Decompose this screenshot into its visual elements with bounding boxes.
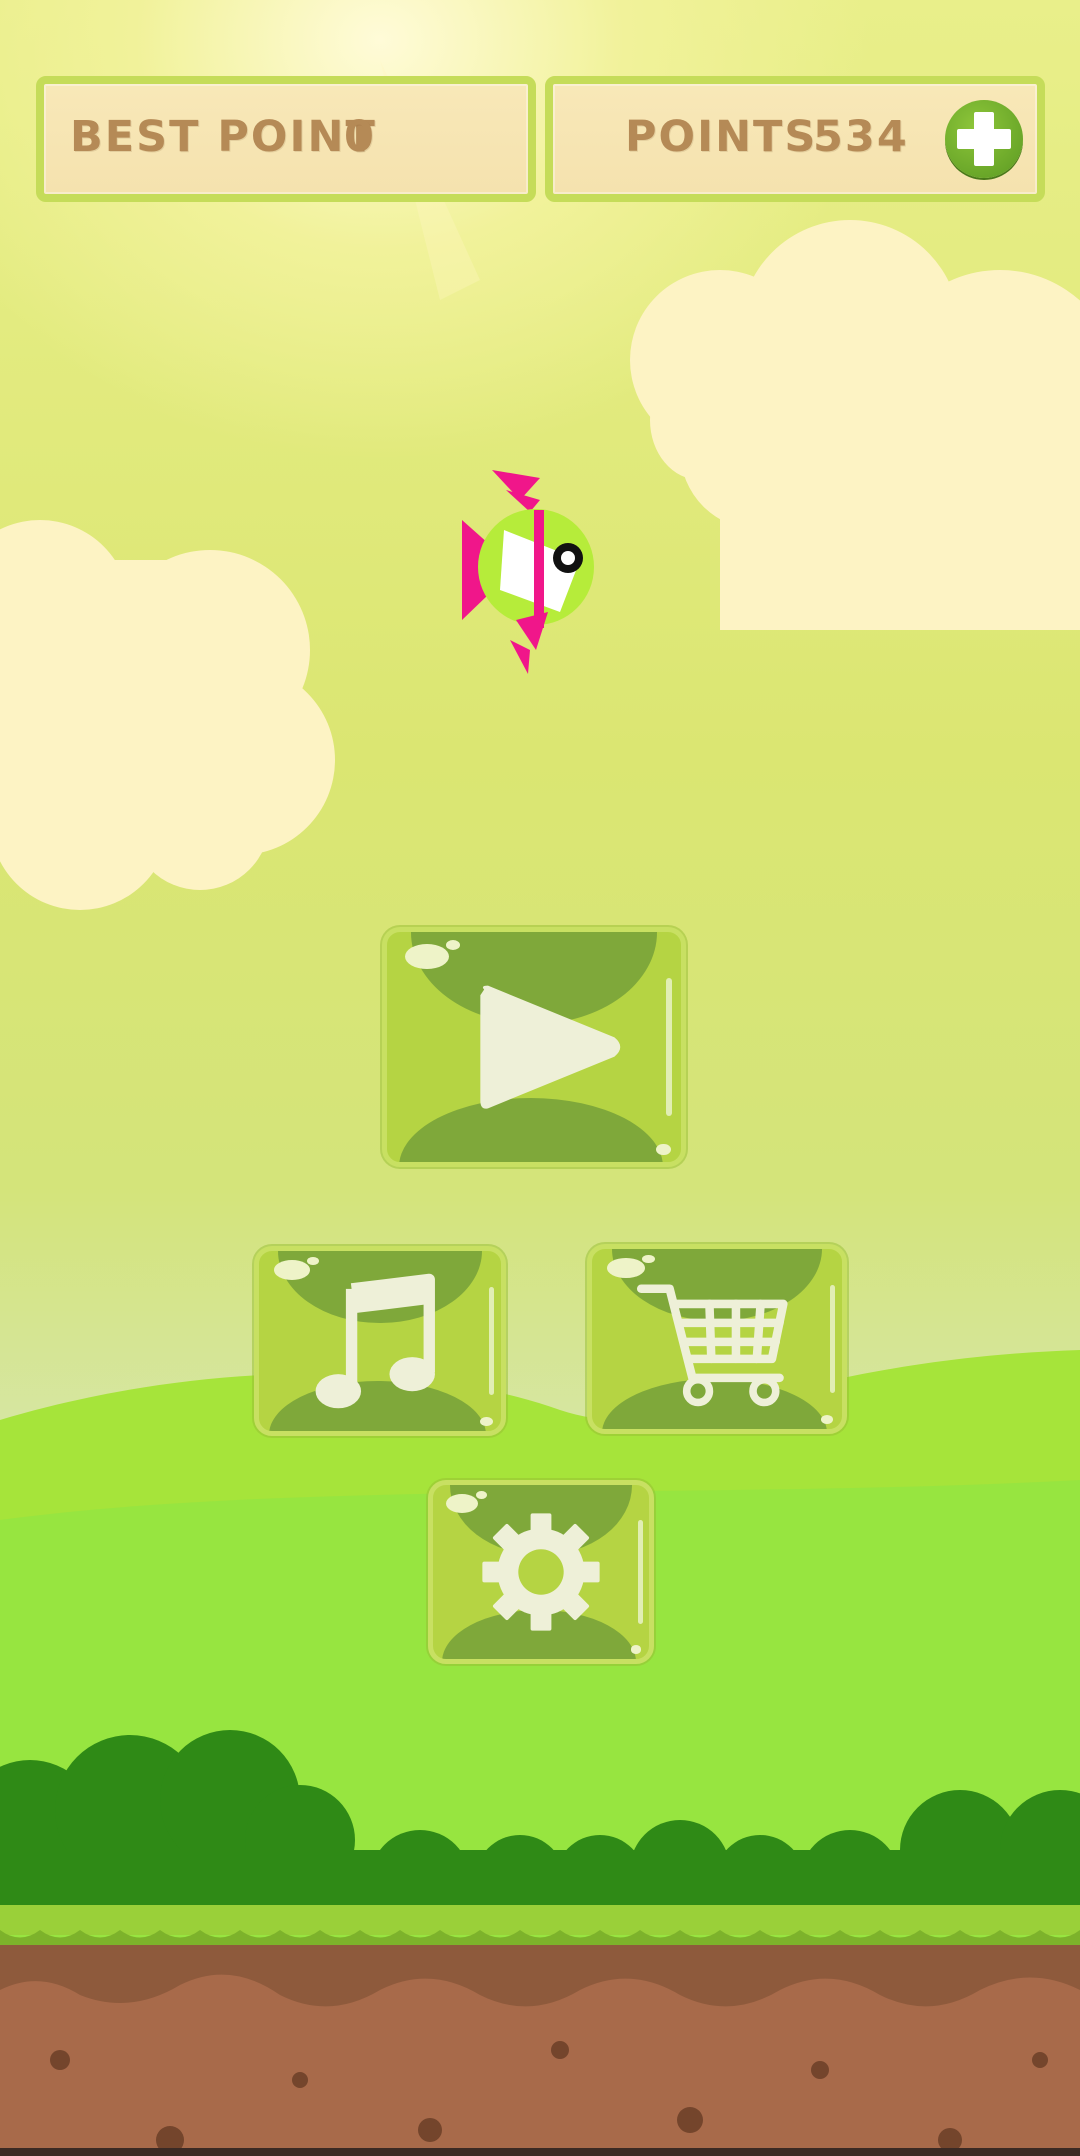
points-panel: POINTS 534 — [545, 76, 1045, 202]
plus-icon — [957, 112, 1011, 166]
music-button[interactable] — [254, 1246, 506, 1436]
music-note-icon — [315, 1273, 435, 1409]
play-button[interactable] — [382, 927, 686, 1167]
shopping-cart-icon — [636, 1284, 788, 1407]
settings-button[interactable] — [428, 1480, 654, 1664]
add-points-button[interactable] — [945, 100, 1023, 178]
best-point-label: BEST POINT — [70, 112, 377, 162]
game-scene: BEST POINT 0 POINTS 534 — [0, 0, 1080, 2156]
best-point-value: 0 — [344, 112, 376, 162]
best-point-panel: BEST POINT 0 — [36, 76, 536, 202]
points-label: POINTS — [625, 112, 818, 162]
gear-icon — [482, 1513, 600, 1631]
shop-button[interactable] — [587, 1244, 847, 1434]
points-value: 534 — [813, 112, 909, 162]
play-icon — [480, 985, 621, 1109]
